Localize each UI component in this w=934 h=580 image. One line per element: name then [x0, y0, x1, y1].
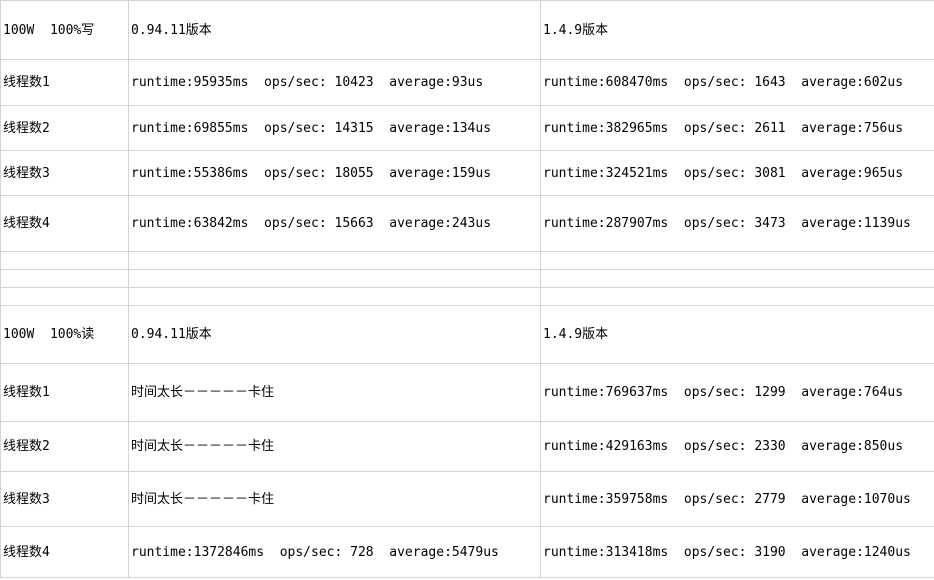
empty-cell[interactable]	[540, 269, 934, 288]
benchmark-table: 100W 100%写 0.94.11版本 1.4.9版本 线程数1 runtim…	[0, 0, 934, 578]
table-row: 线程数3 runtime:55386ms ops/sec: 18055 aver…	[0, 150, 934, 196]
table-cell[interactable]: runtime:287907ms ops/sec: 3473 average:1…	[540, 195, 934, 252]
table-row: 线程数4 runtime:63842ms ops/sec: 15663 aver…	[0, 195, 934, 252]
empty-cell[interactable]	[128, 287, 541, 306]
table-row: 线程数1 时间太长－－－－－卡住 runtime:769637ms ops/se…	[0, 363, 934, 422]
table-cell[interactable]: runtime:55386ms ops/sec: 18055 average:1…	[128, 150, 541, 196]
table-cell[interactable]: runtime:429163ms ops/sec: 2330 average:8…	[540, 421, 934, 472]
table-row: 线程数2 runtime:69855ms ops/sec: 14315 aver…	[0, 105, 934, 151]
table-cell[interactable]: runtime:382965ms ops/sec: 2611 average:7…	[540, 105, 934, 151]
empty-cell[interactable]	[540, 287, 934, 306]
table-cell[interactable]: runtime:324521ms ops/sec: 3081 average:9…	[540, 150, 934, 196]
table-cell[interactable]: runtime:769637ms ops/sec: 1299 average:7…	[540, 363, 934, 422]
table-cell[interactable]: 1.4.9版本	[540, 305, 934, 364]
table-cell[interactable]: 线程数3	[0, 150, 129, 196]
table-cell[interactable]: 0.94.11版本	[128, 0, 541, 60]
table-cell[interactable]: 线程数2	[0, 421, 129, 472]
table-cell[interactable]: 线程数2	[0, 105, 129, 151]
table-row: 线程数2 时间太长－－－－－卡住 runtime:429163ms ops/se…	[0, 421, 934, 472]
empty-cell[interactable]	[128, 251, 541, 270]
empty-cell[interactable]	[0, 287, 129, 306]
table-cell[interactable]: runtime:95935ms ops/sec: 10423 average:9…	[128, 59, 541, 106]
table-cell[interactable]: runtime:359758ms ops/sec: 2779 average:1…	[540, 471, 934, 527]
table-cell[interactable]: 100W 100%写	[0, 0, 129, 60]
table-row: 线程数1 runtime:95935ms ops/sec: 10423 aver…	[0, 59, 934, 106]
empty-cell[interactable]	[0, 251, 129, 270]
empty-row	[0, 287, 934, 306]
table-row: 线程数3 时间太长－－－－－卡住 runtime:359758ms ops/se…	[0, 471, 934, 527]
table-row: 线程数4 runtime:1372846ms ops/sec: 728 aver…	[0, 526, 934, 578]
table-cell[interactable]: 0.94.11版本	[128, 305, 541, 364]
empty-row	[0, 269, 934, 288]
table-cell[interactable]: 1.4.9版本	[540, 0, 934, 60]
empty-cell[interactable]	[128, 269, 541, 288]
table-cell[interactable]: 线程数3	[0, 471, 129, 527]
table-cell[interactable]: 时间太长－－－－－卡住	[128, 363, 541, 422]
table-cell[interactable]: runtime:608470ms ops/sec: 1643 average:6…	[540, 59, 934, 106]
table-cell[interactable]: 线程数1	[0, 59, 129, 106]
table-cell[interactable]: 时间太长－－－－－卡住	[128, 471, 541, 527]
table-cell[interactable]: 时间太长－－－－－卡住	[128, 421, 541, 472]
table-cell[interactable]: 线程数1	[0, 363, 129, 422]
table-cell[interactable]: runtime:313418ms ops/sec: 3190 average:1…	[540, 526, 934, 578]
table-cell[interactable]: runtime:69855ms ops/sec: 14315 average:1…	[128, 105, 541, 151]
table-cell[interactable]: runtime:63842ms ops/sec: 15663 average:2…	[128, 195, 541, 252]
empty-cell[interactable]	[540, 251, 934, 270]
table-cell[interactable]: 100W 100%读	[0, 305, 129, 364]
write-header-row: 100W 100%写 0.94.11版本 1.4.9版本	[0, 0, 934, 60]
table-cell[interactable]: 线程数4	[0, 526, 129, 578]
table-cell[interactable]: runtime:1372846ms ops/sec: 728 average:5…	[128, 526, 541, 578]
empty-cell[interactable]	[0, 269, 129, 288]
empty-row	[0, 251, 934, 270]
table-cell[interactable]: 线程数4	[0, 195, 129, 252]
read-header-row: 100W 100%读 0.94.11版本 1.4.9版本	[0, 305, 934, 364]
